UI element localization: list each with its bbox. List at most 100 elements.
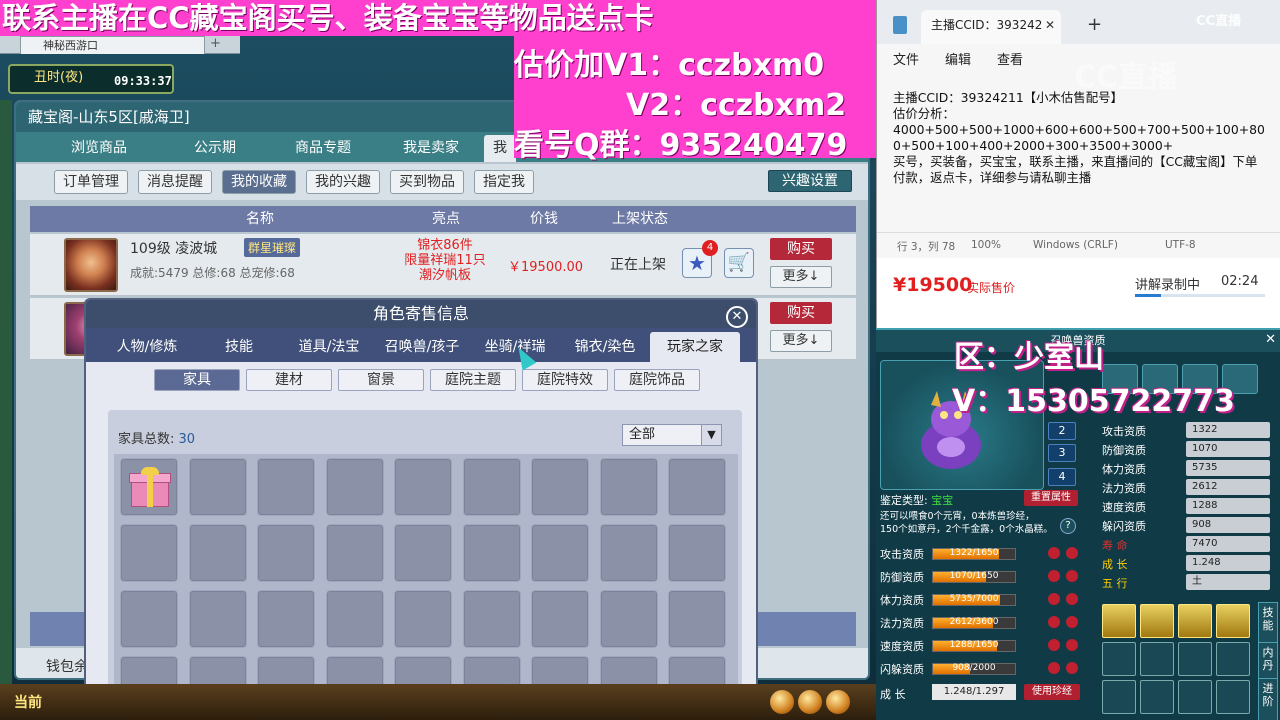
- skill-slot[interactable]: [1140, 642, 1174, 676]
- tab-skills[interactable]: 技能: [194, 332, 284, 362]
- more-button[interactable]: 更多↓: [770, 330, 832, 352]
- tab-topics[interactable]: 商品专题: [268, 135, 378, 162]
- emote-icon[interactable]: [770, 690, 794, 714]
- furniture-slot[interactable]: [668, 590, 726, 648]
- increase-icon[interactable]: [1066, 547, 1078, 559]
- furniture-slot[interactable]: [257, 524, 315, 582]
- skill-icon[interactable]: [1102, 604, 1136, 638]
- furniture-slot[interactable]: [120, 524, 178, 582]
- furniture-slot[interactable]: [257, 590, 315, 648]
- increase-icon[interactable]: [1066, 662, 1078, 674]
- skill-icon[interactable]: [1216, 604, 1250, 638]
- skill-slot[interactable]: [1102, 642, 1136, 676]
- decrease-icon[interactable]: [1048, 593, 1060, 605]
- new-tab-icon[interactable]: +: [1087, 14, 1102, 35]
- menu-edit[interactable]: 编辑: [945, 49, 971, 68]
- furniture-slot[interactable]: [120, 458, 178, 516]
- tab-seller[interactable]: 我是卖家: [376, 135, 486, 162]
- tab-yard-theme[interactable]: 庭院主题: [430, 369, 516, 391]
- increase-icon[interactable]: [1066, 639, 1078, 651]
- tab-mine[interactable]: 我: [484, 135, 516, 162]
- furniture-slot[interactable]: [462, 458, 521, 516]
- furniture-slot[interactable]: [668, 458, 726, 516]
- furniture-slot[interactable]: [394, 458, 452, 516]
- notepad-tab[interactable]: 主播CCID：393242: [921, 10, 1061, 44]
- furniture-slot[interactable]: [257, 458, 315, 516]
- emote-icon[interactable]: [826, 690, 850, 714]
- bought-items-button[interactable]: 买到物品: [390, 170, 464, 194]
- help-icon[interactable]: ?: [1060, 518, 1076, 534]
- skill-slot[interactable]: [1178, 642, 1212, 676]
- tab-yard-effects[interactable]: 庭院特效: [522, 369, 608, 391]
- skill-slot[interactable]: [1140, 680, 1174, 714]
- skill-icon[interactable]: [1140, 604, 1174, 638]
- furniture-slot[interactable]: [188, 524, 247, 582]
- buy-button[interactable]: 购买: [770, 302, 832, 324]
- tab-player-home[interactable]: 玩家之家: [650, 332, 740, 362]
- tab-window-view[interactable]: 窗景: [338, 369, 424, 391]
- decrease-icon[interactable]: [1048, 570, 1060, 582]
- decrease-icon[interactable]: [1048, 662, 1060, 674]
- furniture-slot[interactable]: [325, 524, 384, 582]
- game-tab[interactable]: 神秘西游口: [20, 36, 205, 54]
- skill-slot[interactable]: [1102, 680, 1136, 714]
- buy-button[interactable]: 购买: [770, 238, 832, 260]
- furniture-slot[interactable]: [462, 524, 521, 582]
- increase-icon[interactable]: [1066, 616, 1078, 628]
- tab-yard-decor[interactable]: 庭院饰品: [614, 369, 700, 391]
- furniture-slot[interactable]: [325, 458, 384, 516]
- close-icon[interactable]: ✕: [726, 306, 748, 328]
- skill-slot[interactable]: [1216, 680, 1250, 714]
- table-row[interactable]: 109级 凌波城 群星璀璨 成就:5479 总修:68 总宠修:68 锦衣86件…: [30, 234, 856, 296]
- tab-materials[interactable]: 建材: [246, 369, 332, 391]
- skills-side-button[interactable]: 技能: [1258, 602, 1278, 646]
- furniture-slot[interactable]: [531, 524, 589, 582]
- menu-file[interactable]: 文件: [893, 49, 919, 68]
- tab-items[interactable]: 道具/法宝: [284, 332, 374, 362]
- furniture-slot[interactable]: [531, 590, 589, 648]
- emote-icon[interactable]: [798, 690, 822, 714]
- furniture-slot[interactable]: [394, 590, 452, 648]
- chevron-down-icon[interactable]: ▼: [701, 425, 721, 445]
- skill-icon[interactable]: [1178, 604, 1212, 638]
- skill-slot[interactable]: [1178, 680, 1212, 714]
- tab-browse[interactable]: 浏览商品: [44, 135, 154, 162]
- use-scripture-button[interactable]: 使用珍经: [1024, 684, 1080, 700]
- cart-icon[interactable]: 🛒: [724, 248, 754, 278]
- pet-page-button[interactable]: 3: [1048, 444, 1076, 462]
- furniture-slot[interactable]: [599, 524, 658, 582]
- decrease-icon[interactable]: [1048, 547, 1060, 559]
- message-alert-button[interactable]: 消息提醒: [138, 170, 212, 194]
- furniture-slot[interactable]: [599, 590, 658, 648]
- decrease-icon[interactable]: [1048, 639, 1060, 651]
- menu-view[interactable]: 查看: [997, 49, 1023, 68]
- furniture-slot[interactable]: [394, 524, 452, 582]
- tab-character[interactable]: 人物/修炼: [102, 332, 192, 362]
- more-button[interactable]: 更多↓: [770, 266, 832, 288]
- interest-settings-button[interactable]: 兴趣设置: [768, 170, 852, 192]
- pet-page-button[interactable]: 2: [1048, 422, 1076, 440]
- my-favorites-button[interactable]: 我的收藏: [222, 170, 296, 194]
- assigned-to-me-button[interactable]: 指定我: [474, 170, 534, 194]
- decrease-icon[interactable]: [1048, 616, 1060, 628]
- furniture-slot[interactable]: [462, 590, 521, 648]
- furniture-slot[interactable]: [599, 458, 658, 516]
- current-channel-button[interactable]: 当前: [14, 692, 42, 712]
- skill-slot[interactable]: [1216, 642, 1250, 676]
- furniture-filter-select[interactable]: 全部 ▼: [622, 424, 722, 446]
- close-icon[interactable]: ✕: [1265, 332, 1276, 347]
- furniture-slot[interactable]: [188, 590, 247, 648]
- tab-public[interactable]: 公示期: [160, 135, 270, 162]
- furniture-slot[interactable]: [120, 590, 178, 648]
- tab-furniture[interactable]: 家具: [154, 369, 240, 391]
- tab-summons[interactable]: 召唤兽/孩子: [374, 332, 470, 362]
- increase-icon[interactable]: [1066, 593, 1078, 605]
- notepad-text-area[interactable]: 主播CCID：39324211【小木估售配号】 估价分析： 4000+500+5…: [893, 90, 1269, 186]
- furniture-slot[interactable]: [668, 524, 726, 582]
- increase-icon[interactable]: [1066, 570, 1078, 582]
- order-management-button[interactable]: 订单管理: [54, 170, 128, 194]
- tab-outfits[interactable]: 锦衣/染色: [560, 332, 650, 362]
- close-icon[interactable]: ✕: [1045, 18, 1055, 32]
- pet-page-button[interactable]: 4: [1048, 468, 1076, 486]
- advance-side-button[interactable]: 进阶: [1258, 678, 1278, 720]
